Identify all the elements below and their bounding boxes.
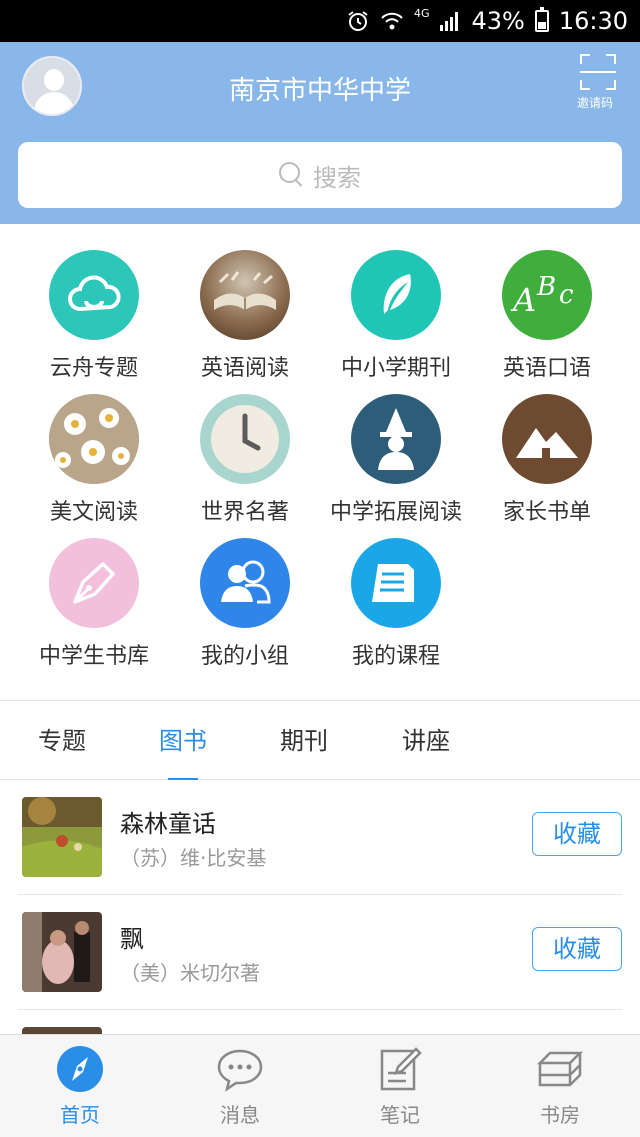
book-cover <box>22 912 102 992</box>
invite-code-label: 邀请码 <box>576 96 613 110</box>
nav-label: 书房 <box>540 1103 580 1127</box>
grid-item-my-courses[interactable]: 我的课程 <box>321 538 471 670</box>
battery-icon <box>534 0 549 42</box>
svg-text:A: A <box>510 281 536 319</box>
book-title: 森林童话 <box>120 810 216 838</box>
svg-text:B: B <box>536 272 556 302</box>
compass-icon <box>56 1045 104 1093</box>
header: 南京市中华中学 邀请码 搜索 <box>0 42 640 224</box>
feather-icon <box>351 250 441 340</box>
tab-topics[interactable]: 专题 <box>17 701 107 781</box>
grid-label: 云舟专题 <box>49 356 138 381</box>
nav-label: 消息 <box>220 1103 260 1127</box>
favorite-button[interactable]: 收藏 <box>532 927 622 971</box>
grid-label: 英语阅读 <box>200 356 289 381</box>
bottom-nav: 首页 消息 笔记 书房 <box>0 1034 640 1137</box>
book-title: 飘 <box>120 925 144 953</box>
grid-item-yunzhou[interactable]: 云舟专题 <box>19 250 169 382</box>
grid-item-prose[interactable]: 美文阅读 <box>19 394 169 526</box>
grid-label: 我的课程 <box>351 644 440 669</box>
grid-label: 中小学期刊 <box>340 356 451 381</box>
nav-messages[interactable]: 消息 <box>160 1035 320 1137</box>
chat-bubble-icon <box>216 1045 264 1093</box>
clock-time-text: 16:30 <box>558 7 628 35</box>
tab-lectures[interactable]: 讲座 <box>381 701 471 781</box>
tab-books-label: 图书 <box>159 727 207 755</box>
favorite-button[interactable]: 收藏 <box>532 812 622 856</box>
nav-home[interactable]: 首页 <box>0 1035 160 1137</box>
grid-label: 家长书单 <box>502 500 591 525</box>
grid-item-classics[interactable]: 世界名著 <box>170 394 320 526</box>
grid-item-parent-list[interactable]: 家长书单 <box>472 394 622 526</box>
pen-nib-icon <box>49 538 139 628</box>
bookshelf-icon <box>536 1045 584 1093</box>
list-item[interactable]: 森林童话 （苏）维·比安基 收藏 <box>0 780 640 895</box>
daisy-icon <box>49 394 139 484</box>
content-tabs: 专题 图书 期刊 讲座 <box>0 700 640 781</box>
abc-icon: ABc <box>502 250 592 340</box>
nav-label: 笔记 <box>380 1103 420 1127</box>
page-title: 南京市中华中学 <box>228 76 411 106</box>
tab-periodicals[interactable]: 期刊 <box>259 701 349 781</box>
clock-icon <box>200 394 290 484</box>
wizard-icon <box>351 394 441 484</box>
scan-icon <box>580 54 616 90</box>
grid-label: 世界名著 <box>200 500 289 525</box>
feature-grid: 云舟专题 英语阅读 中小学期刊 ABc 英语口语 美文阅读 世界名著 中学拓展阅… <box>0 224 640 700</box>
group-icon <box>200 538 290 628</box>
list-item[interactable] <box>0 1010 640 1034</box>
nav-notes[interactable]: 笔记 <box>320 1035 480 1137</box>
book-author: （美）米切尔著 <box>120 961 260 985</box>
battery-percent-text: 43% <box>471 7 525 35</box>
list-item[interactable]: 飘 （美）米切尔著 收藏 <box>0 895 640 1010</box>
note-edit-icon <box>376 1045 424 1093</box>
book-cover <box>22 1027 102 1034</box>
grid-item-extended-reading[interactable]: 中学拓展阅读 <box>321 394 471 526</box>
grid-label: 中学拓展阅读 <box>329 500 462 525</box>
alarm-icon <box>346 0 370 42</box>
grid-item-my-group[interactable]: 我的小组 <box>170 538 320 670</box>
wifi-icon <box>380 0 404 42</box>
tab-books[interactable]: 图书 <box>138 701 228 781</box>
cloud-icon <box>49 250 139 340</box>
book-author: （苏）维·比安基 <box>120 846 267 870</box>
open-book-icon <box>200 250 290 340</box>
svg-text:c: c <box>559 280 574 310</box>
signal-icon <box>439 0 461 42</box>
document-icon <box>351 538 441 628</box>
grid-item-english-reading[interactable]: 英语阅读 <box>170 250 320 382</box>
book-cover <box>22 797 102 877</box>
nav-study[interactable]: 书房 <box>480 1035 640 1137</box>
grid-item-periodicals[interactable]: 中小学期刊 <box>321 250 471 382</box>
grid-item-student-library[interactable]: 中学生书库 <box>19 538 169 670</box>
grid-item-english-speaking[interactable]: ABc 英语口语 <box>472 250 622 382</box>
grid-label: 英语口语 <box>502 356 591 381</box>
book-list: 森林童话 （苏）维·比安基 收藏 飘 （美）米切尔著 收藏 <box>0 780 640 1034</box>
network-type-text: 4G <box>413 6 430 20</box>
grid-label: 美文阅读 <box>49 500 138 525</box>
search-input[interactable]: 搜索 <box>18 142 622 208</box>
grid-label: 中学生书库 <box>38 644 149 669</box>
mountain-icon <box>502 394 592 484</box>
invite-code-button[interactable]: 邀请码 <box>577 54 618 111</box>
search-icon <box>279 162 305 188</box>
nav-label: 首页 <box>60 1103 100 1127</box>
grid-label: 我的小组 <box>200 644 289 669</box>
search-placeholder: 搜索 <box>313 163 361 192</box>
status-bar: 4G 43% 16:30 <box>0 0 640 42</box>
